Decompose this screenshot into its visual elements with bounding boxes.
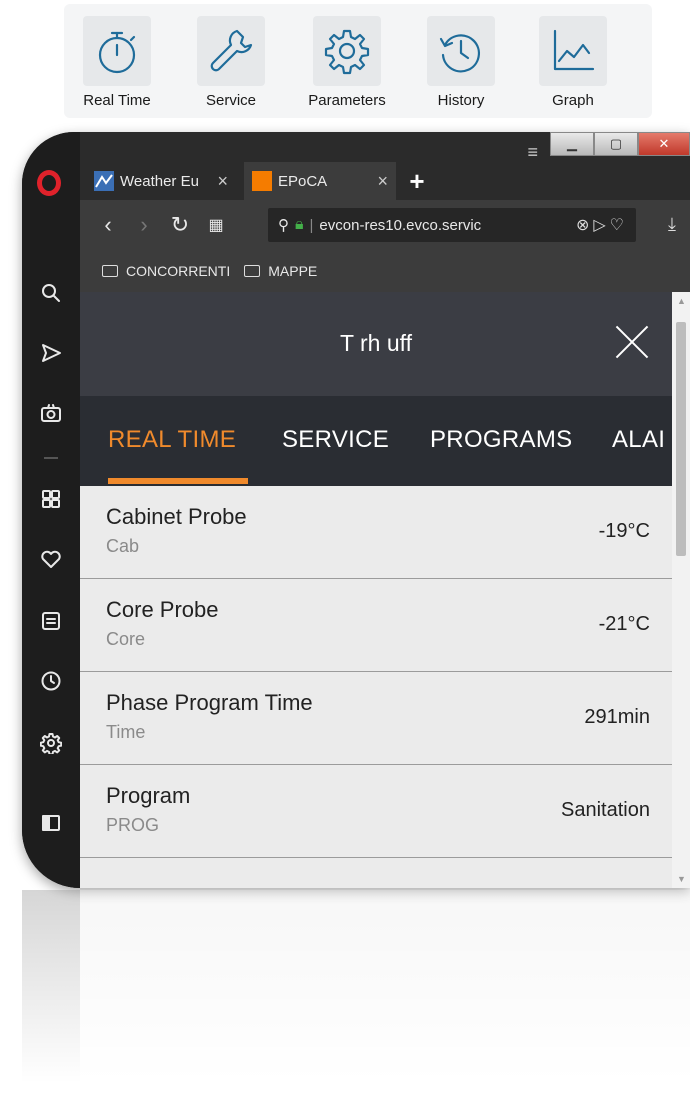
forward-button[interactable]: › <box>126 212 162 238</box>
screenshot-stage: Real Time Service Parameters History Gra… <box>0 0 690 1093</box>
heart-icon[interactable] <box>36 544 66 574</box>
bookmark-concorrenti-label: CONCORRENTI <box>126 263 231 279</box>
reflection-fade <box>0 890 690 1093</box>
item-name: Program <box>106 783 191 808</box>
page-title: T rh uff <box>339 330 413 356</box>
list-item[interactable]: Core Probe Core -21°C <box>80 579 672 672</box>
url-actions-icon[interactable]: ⊗▷♡ <box>576 215 628 235</box>
bookmarks-bar: CONCORRENTI MAPPE <box>80 250 690 292</box>
epoca-favicon-icon <box>252 171 272 191</box>
stopwatch-icon <box>83 16 151 86</box>
browser-sidebar <box>22 132 80 888</box>
graph-button[interactable]: Graph <box>528 16 618 109</box>
tab-weather[interactable]: Weather Eu × <box>86 162 236 200</box>
bookmark-concorrenti[interactable]: CONCORRENTI <box>102 263 230 279</box>
folder-icon <box>244 265 261 277</box>
scroll-down-icon[interactable]: ▼ <box>677 874 686 884</box>
line-chart-icon <box>539 16 607 86</box>
scrollbar[interactable]: ▲ ▼ <box>672 292 690 888</box>
parameters-button[interactable]: Parameters <box>302 16 392 109</box>
item-code: PROG <box>106 815 160 835</box>
item-name: Core Probe <box>106 597 219 622</box>
browser-window: Weather Eu × EPoCA × + ≡ ▁ ▢ ✕ ‹ › ↻ ▦ ⚲ <box>22 132 690 888</box>
tab-programs[interactable]: PROGRAMS <box>430 426 572 454</box>
item-value: 291min <box>584 706 650 728</box>
item-value: -19°C <box>598 520 650 542</box>
new-tab-button[interactable]: + <box>402 162 432 200</box>
browser-tab-bar: Weather Eu × EPoCA × + ≡ ▁ ▢ ✕ <box>80 132 690 200</box>
close-icon[interactable] <box>614 324 650 360</box>
address-bar: ‹ › ↻ ▦ ⚲ 🔒︎ | evcon-res10.evco.servic ⊗… <box>80 200 690 250</box>
history-button[interactable]: History <box>416 16 506 109</box>
opera-logo-icon[interactable] <box>37 170 61 196</box>
speed-dial-icon[interactable] <box>36 484 66 514</box>
key-icon: ⚲ <box>278 217 289 234</box>
scroll-up-icon[interactable]: ▲ <box>677 296 686 306</box>
tab-epoca[interactable]: EPoCA × <box>244 162 396 200</box>
send-icon[interactable] <box>36 338 66 368</box>
real-time-button[interactable]: Real Time <box>72 16 162 109</box>
service-button[interactable]: Service <box>186 16 276 109</box>
tab-epoca-close-icon[interactable]: × <box>377 171 388 192</box>
top-toolbar: Real Time Service Parameters History Gra… <box>64 4 652 118</box>
item-name: Phase Program Time <box>106 690 313 715</box>
tab-weather-label: Weather Eu <box>120 172 199 190</box>
maximize-button[interactable]: ▢ <box>594 132 638 156</box>
item-code: Time <box>106 722 146 742</box>
active-tab-indicator <box>108 478 248 484</box>
graph-label: Graph <box>552 92 594 109</box>
item-name: Cabinet Probe <box>106 504 247 529</box>
history-label: History <box>437 92 485 109</box>
tabs-grid-icon[interactable]: ▦ <box>198 215 234 235</box>
item-value: Sanitation <box>561 799 650 821</box>
tab-service[interactable]: SERVICE <box>282 426 389 454</box>
item-code: Cab <box>106 536 140 556</box>
weather-favicon-icon <box>94 171 114 191</box>
lock-icon: 🔒︎ <box>295 216 304 233</box>
back-button[interactable]: ‹ <box>90 212 126 238</box>
url-text: evcon-res10.evco.servic <box>319 216 482 234</box>
item-value: -21°C <box>598 613 650 635</box>
window-controls: ▁ ▢ ✕ <box>550 132 690 156</box>
sidebar-toggle-icon[interactable] <box>36 808 66 838</box>
news-icon[interactable] <box>36 606 66 636</box>
url-field[interactable]: ⚲ 🔒︎ | evcon-res10.evco.servic ⊗▷♡ <box>268 208 636 242</box>
parameters-label: Parameters <box>308 92 386 109</box>
app-nav-tabs: REAL TIME SERVICE PROGRAMS ALAI <box>80 396 672 486</box>
folder-icon <box>102 265 118 277</box>
tab-weather-close-icon[interactable]: × <box>217 171 228 192</box>
sidebar-divider <box>44 457 58 459</box>
realtime-list: Cabinet Probe Cab -19°C Core Probe Core … <box>80 486 672 888</box>
minimize-button[interactable]: ▁ <box>550 132 594 156</box>
real-time-label: Real Time <box>83 92 151 109</box>
gear-icon <box>313 16 381 86</box>
list-item[interactable]: Program PROG Sanitation <box>80 765 672 858</box>
tab-epoca-label: EPoCA <box>278 172 328 190</box>
app-header: T rh uff <box>80 292 672 396</box>
search-icon[interactable] <box>36 278 66 308</box>
history-icon <box>427 16 495 86</box>
tab-real-time[interactable]: REAL TIME <box>108 426 236 454</box>
list-item[interactable]: Cabinet Probe Cab -19°C <box>80 486 672 579</box>
settings-gear-icon[interactable] <box>36 728 66 758</box>
download-icon[interactable]: ⤓ <box>668 214 676 235</box>
reload-icon[interactable]: ↻ <box>162 212 198 238</box>
item-code: Core <box>106 629 146 649</box>
scrollbar-thumb[interactable] <box>676 322 686 556</box>
service-label: Service <box>205 92 257 109</box>
list-item[interactable]: Phase Program Time Time 291min <box>80 672 672 765</box>
tab-alarms[interactable]: ALAI <box>612 426 665 454</box>
tab-menu-icon[interactable]: ≡ <box>527 142 538 163</box>
clock-icon[interactable] <box>36 666 66 696</box>
camera-icon[interactable] <box>36 398 66 428</box>
close-window-button[interactable]: ✕ <box>638 132 690 156</box>
wrench-icon <box>197 16 265 86</box>
bookmark-mappe[interactable]: MAPPE <box>244 263 317 279</box>
bookmark-mappe-label: MAPPE <box>268 263 318 279</box>
